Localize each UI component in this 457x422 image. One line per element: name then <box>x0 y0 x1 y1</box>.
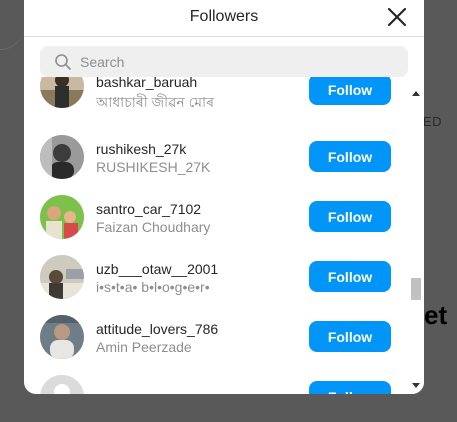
follow-button[interactable]: Follow <box>309 77 391 105</box>
list-item: santro_car_7102 Faizan Choudhary Follow <box>24 194 408 254</box>
avatar[interactable] <box>40 255 84 299</box>
search-bar[interactable] <box>40 46 408 77</box>
list-item: Follow <box>24 374 408 394</box>
avatar[interactable] <box>40 135 84 179</box>
scrollbar[interactable] <box>408 77 424 394</box>
follower-full-name: Faizan Choudhary <box>96 219 211 235</box>
follow-button[interactable]: Follow <box>309 381 391 394</box>
avatar[interactable] <box>40 77 84 108</box>
follower-full-name: i•s•t•a• b•l•o•g•e•r• <box>96 279 210 295</box>
follow-button[interactable]: Follow <box>309 321 391 352</box>
follow-button[interactable]: Follow <box>309 201 391 232</box>
followers-modal: Followers Search bashkar_baruah আধাচাৰী … <box>24 0 424 394</box>
modal-header: Followers <box>24 0 424 37</box>
follow-button[interactable]: Follow <box>309 261 391 292</box>
list-item: bashkar_baruah আধাচাৰী জীৱন মোৰ Follow <box>24 77 408 130</box>
modal-title: Followers <box>189 8 259 25</box>
avatar[interactable] <box>40 195 84 239</box>
list-item: uzb___otaw__2001 i•s•t•a• b•l•o•g•e•r• F… <box>24 254 408 314</box>
close-icon[interactable] <box>386 6 408 28</box>
follower-username[interactable]: santro_car_7102 <box>96 201 201 217</box>
search-input[interactable] <box>80 53 400 70</box>
follower-full-name: Amin Peerzade <box>96 339 192 355</box>
scroll-up-arrow-icon[interactable] <box>412 91 420 96</box>
follower-username[interactable]: attitude_lovers_786 <box>96 321 218 337</box>
background-text-bottom: et <box>424 300 448 330</box>
follower-full-name: RUSHIKESH_27K <box>96 159 211 175</box>
followers-list[interactable]: bashkar_baruah আধাচাৰী জীৱন মোৰ Follow r… <box>24 77 408 394</box>
list-item: attitude_lovers_786 Amin Peerzade Follow <box>24 314 408 374</box>
follow-button[interactable]: Follow <box>309 141 391 172</box>
avatar[interactable] <box>40 315 84 359</box>
scroll-thumb[interactable] <box>411 278 421 300</box>
background-decoration <box>0 0 24 50</box>
scroll-down-arrow-icon[interactable] <box>412 383 420 388</box>
default-avatar[interactable] <box>40 375 84 394</box>
follower-full-name: আধাচাৰী জীৱন মোৰ <box>96 94 214 110</box>
follower-username[interactable]: bashkar_baruah <box>96 77 197 90</box>
list-item: rushikesh_27k RUSHIKESH_27K Follow <box>24 134 408 194</box>
background-text-top: ED <box>423 114 443 129</box>
follower-username[interactable]: rushikesh_27k <box>96 141 186 157</box>
follower-username[interactable]: uzb___otaw__2001 <box>96 261 218 277</box>
search-icon <box>54 53 72 71</box>
